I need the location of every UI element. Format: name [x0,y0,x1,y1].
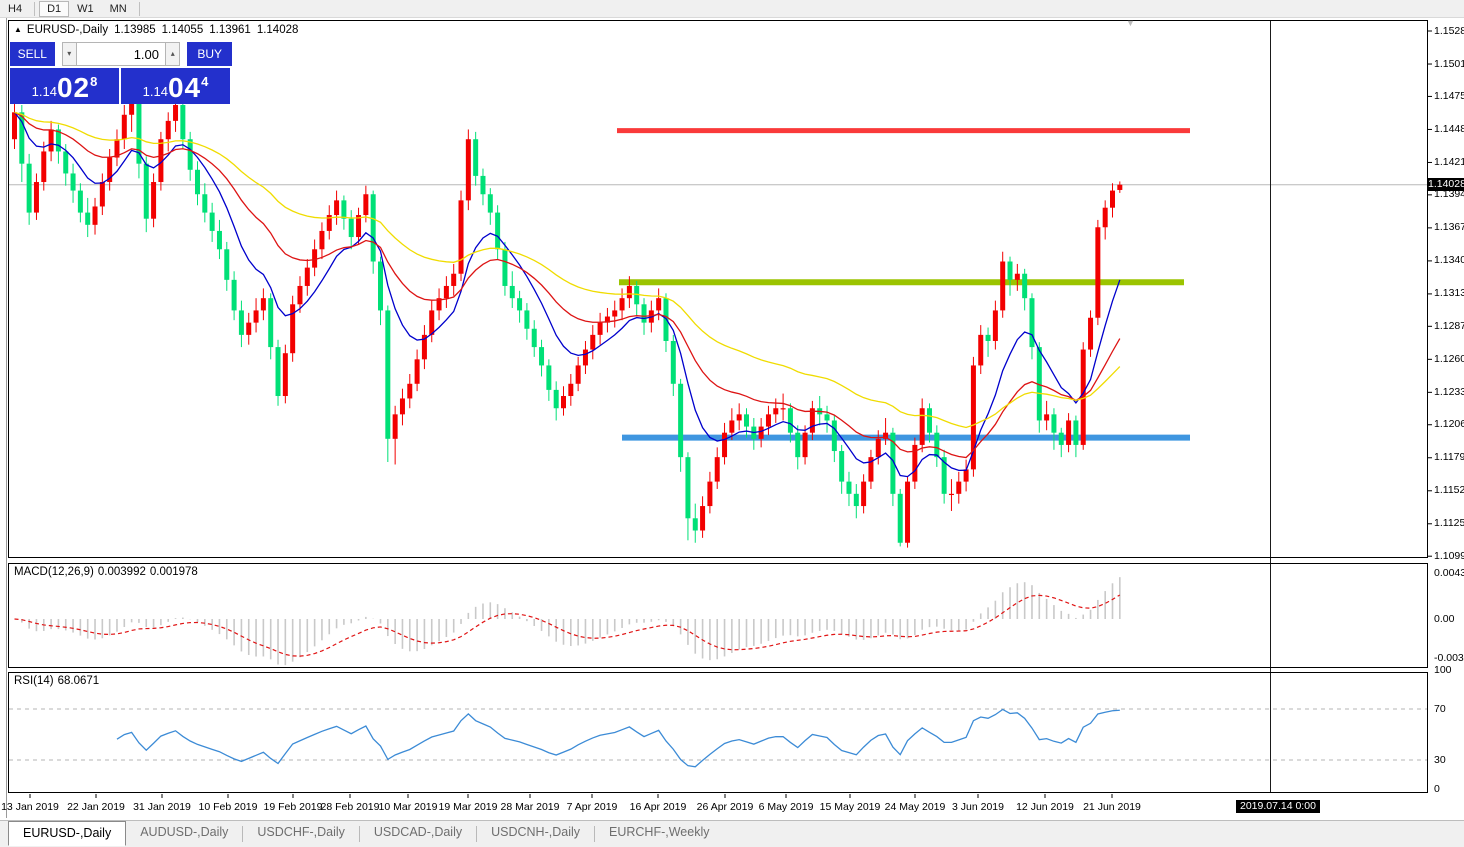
high-value: 1.14055 [162,24,204,36]
rsi-level-label: 70 [1434,703,1446,715]
date-tick-label: 24 May 2019 [885,801,946,813]
period-button-h4[interactable]: H4 [0,1,30,17]
toolbar-separator [34,2,35,16]
toolbar-separator [139,2,140,16]
sell-price-main: 02 [57,75,90,101]
symbol-timeframe-label: EURUSD-,Daily [27,24,108,36]
date-tick-label: 10 Feb 2019 [199,801,258,813]
price-tick-label: 1.10990 [1434,550,1464,562]
buy-price-pip: 4 [201,74,208,89]
sell-quote-panel[interactable]: 1.14 02 8 [10,68,119,104]
price-tick-label: 1.12600 [1434,353,1464,365]
rsi-pane[interactable] [8,672,1428,793]
chart-tab-eurchf[interactable]: EURCHF-,Weekly [595,821,723,844]
rsi-name: RSI(14) [14,675,54,687]
sell-price-prefix: 1.14 [32,84,57,99]
macd-pane[interactable] [8,563,1428,668]
chart-tab-audusd[interactable]: AUDUSD-,Daily [126,821,242,844]
price-tick-label: 1.12065 [1434,418,1464,430]
open-value: 1.13985 [114,24,156,36]
macd-signal-value: 0.001978 [150,566,198,578]
date-tick-label: 26 Apr 2019 [697,801,754,813]
date-tick-label: 19 Feb 2019 [264,801,323,813]
date-tick-label: 12 Jun 2019 [1016,801,1074,813]
date-tick-label: 13 Jan 2019 [1,801,59,813]
volume-decrease-button[interactable]: ▾ [62,42,77,66]
date-tick-label: 22 Jan 2019 [67,801,125,813]
price-tick-label: 1.14750 [1434,90,1464,102]
macd-max-label: 0.004359 [1434,567,1464,579]
price-tick-label: 1.11255 [1434,517,1464,529]
date-tick-label: 3 Jun 2019 [952,801,1004,813]
rsi-level-label: 100 [1434,664,1452,676]
price-tick-label: 1.11525 [1434,484,1464,496]
low-value: 1.13961 [209,24,251,36]
price-tick-label: 1.13135 [1434,287,1464,299]
macd-min-label: -0.00371 [1434,652,1464,664]
price-tick-label: 1.11795 [1434,451,1464,463]
buy-price-prefix: 1.14 [143,84,168,99]
crosshair-date-tag: 2019.07.14 0:00 [1236,800,1320,813]
price-tick-label: 1.12870 [1434,320,1464,332]
date-tick-label: 6 May 2019 [759,801,814,813]
rsi-level-label: 30 [1434,754,1446,766]
price-tick-label: 1.15015 [1434,58,1464,70]
date-tick-label: 28 Mar 2019 [501,801,560,813]
volume-increase-button[interactable]: ▴ [165,42,180,66]
period-button-d1[interactable]: D1 [39,1,69,17]
period-toolbar: H4 D1 W1 MN [0,0,1464,18]
chart-tab-usdcad[interactable]: USDCAD-,Daily [360,821,476,844]
window-left-border [6,18,7,818]
buy-button[interactable]: BUY [187,42,232,66]
chart-tab-eurusd[interactable]: EURUSD-,Daily [8,821,126,846]
period-button-mn[interactable]: MN [102,1,135,17]
date-tick-label: 15 May 2019 [820,801,881,813]
rsi-value: 68.0671 [58,675,100,687]
date-tick-label: 28 Feb 2019 [321,801,380,813]
chart-tab-usdcnh[interactable]: USDCNH-,Daily [477,821,594,844]
close-value: 1.14028 [257,24,299,36]
price-tick-label: 1.12330 [1434,386,1464,398]
price-tick-label: 1.13675 [1434,221,1464,233]
price-tick-label: 1.13405 [1434,254,1464,266]
macd-zero-label: 0.00 [1434,613,1454,625]
date-tick-label: 31 Jan 2019 [133,801,191,813]
date-tick-label: 7 Apr 2019 [567,801,618,813]
macd-label: MACD(12,26,9) 0.003992 0.001978 [14,566,202,578]
price-tick-label: 1.14210 [1434,156,1464,168]
scroll-position-marker-icon: ▼ [1126,18,1135,28]
chart-ohlc-header: ▲ EURUSD-,Daily 1.13985 1.14055 1.13961 1.140… [14,24,298,36]
buy-quote-panel[interactable]: 1.14 04 4 [121,68,230,104]
macd-main-value: 0.003992 [98,566,146,578]
chart-tab-bar: EURUSD-,DailyAUDUSD-,DailyUSDCHF-,DailyU… [0,820,1464,847]
date-tick-label: 21 Jun 2019 [1083,801,1141,813]
macd-name: MACD(12,26,9) [14,566,94,578]
mt4-window: H4 D1 W1 MN ▼ ▲EURUSD-,Daily1.139851.140… [0,0,1464,847]
price-tick-label: 1.14480 [1434,123,1464,135]
date-tick-label: 19 Mar 2019 [439,801,498,813]
one-click-trading-widget: SELL ▾ ▴ BUY 1.14 02 8 1.14 04 4 [10,42,232,104]
date-tick-label: 10 Mar 2019 [379,801,438,813]
rsi-level-label: 0 [1434,783,1440,795]
sell-button[interactable]: SELL [10,42,55,66]
sell-price-pip: 8 [90,74,97,89]
volume-input[interactable] [77,42,165,66]
chart-tab-usdchf[interactable]: USDCHF-,Daily [243,821,359,844]
price-tick-label: 1.15285 [1434,25,1464,37]
buy-price-main: 04 [168,75,201,101]
collapse-triangle-icon[interactable]: ▲ [14,25,22,34]
current-price-tag: 1.14028 [1428,178,1464,191]
period-button-w1[interactable]: W1 [69,1,102,17]
rsi-label: RSI(14) 68.0671 [14,675,103,687]
date-tick-label: 16 Apr 2019 [630,801,687,813]
